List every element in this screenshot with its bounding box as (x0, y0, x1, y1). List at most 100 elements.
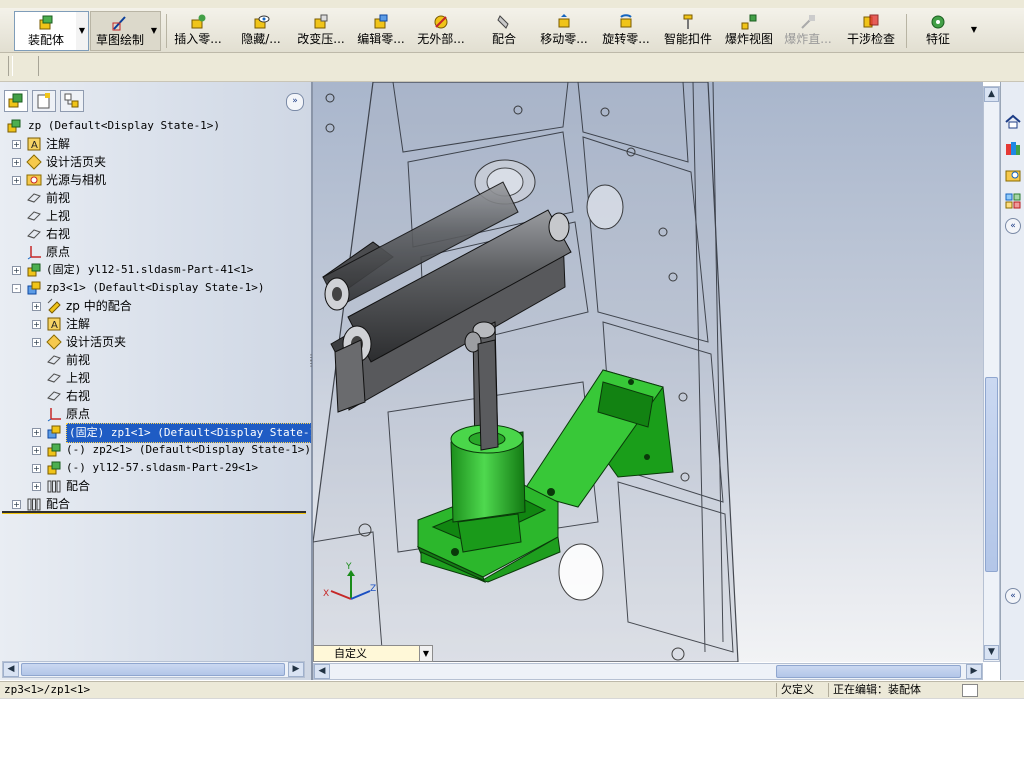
property-manager-tab[interactable] (32, 90, 56, 112)
features-tab-label: 特征 (925, 33, 950, 46)
tree-part-29[interactable]: + (-) yl12-57.sldasm-Part-29<1> (0, 459, 305, 477)
features-tab-dropdown[interactable]: ▼ (968, 11, 980, 49)
no-external-refs-button[interactable]: 无外部... (412, 11, 470, 49)
tree-item-label: 原点 (46, 245, 71, 259)
mate-button[interactable]: 配合 (484, 11, 524, 49)
expand-node-icon[interactable]: + (12, 500, 21, 509)
tree-item-label: 前视 (46, 191, 71, 205)
design-library-icon[interactable] (1004, 140, 1022, 158)
tree-sub-annotations[interactable]: + A 注解 (0, 315, 305, 333)
no-external-refs-icon (434, 15, 448, 29)
move-component-button[interactable]: 移动零... (535, 11, 593, 49)
file-explorer-icon[interactable] (1004, 166, 1022, 184)
configuration-manager-tab[interactable] (60, 90, 84, 112)
scroll-thumb[interactable] (985, 377, 998, 572)
tree-origin[interactable]: 原点 (0, 243, 305, 261)
tree-zp-mates[interactable]: + zp 中的配合 (0, 297, 305, 315)
tree-sub-right-plane[interactable]: 右视 (0, 387, 305, 405)
tree-item-label: 设计活页夹 (66, 335, 127, 349)
view-palette-icon[interactable] (1004, 192, 1022, 210)
view-orientation-dropdown[interactable]: 自定义 ▼ (313, 645, 433, 662)
tree-root-assembly[interactable]: zp (Default<Display State-1>) (0, 117, 305, 135)
tree-item-label: 设计活页夹 (46, 155, 107, 169)
triad-y-label: Y (345, 562, 352, 572)
tree-zp2[interactable]: + (-) zp2<1> (Default<Display State-1>) (0, 441, 311, 459)
viewport-vertical-scrollbar[interactable]: ▲ ▼ (983, 86, 1000, 662)
sketch-icon (112, 16, 126, 31)
scroll-left-button[interactable]: ◀ (314, 664, 330, 679)
tree-sub-mates[interactable]: + 配合 (0, 477, 305, 495)
expand-node-icon[interactable]: + (12, 176, 21, 185)
expand-node-icon[interactable]: + (32, 302, 41, 311)
tree-zp1-fixed[interactable]: + (固定) zp1<1> (Default<Display State-1>) (0, 423, 333, 443)
tree-zp3-subassembly[interactable]: - zp3<1> (Default<Display State-1>) (0, 279, 305, 297)
tree-sub-front-plane[interactable]: 前视 (0, 351, 305, 369)
tree-sub-origin[interactable]: 原点 (0, 405, 305, 423)
status-options-box[interactable] (962, 684, 978, 697)
assembly-tab-button[interactable]: 装配体 (14, 11, 78, 51)
expand-task-pane-button[interactable]: « (1005, 218, 1021, 234)
collapse-panel-button[interactable]: » (286, 93, 304, 111)
toolbar-grip[interactable] (8, 56, 13, 76)
tree-fixed-part-41[interactable]: + (固定) yl12-51.sldasm-Part-41<1> (0, 261, 305, 279)
graphics-area[interactable]: Y X Z (313, 82, 983, 662)
scroll-up-button[interactable]: ▲ (984, 87, 999, 102)
change-suppression-button[interactable]: 改变压... (292, 11, 350, 49)
expand-node-icon[interactable]: + (32, 320, 41, 329)
tree-item-label: (固定) yl12-51.sldasm-Part-41<1> (46, 263, 254, 276)
expand-node-icon[interactable]: + (32, 464, 41, 473)
expand-node-icon[interactable]: + (32, 428, 41, 437)
interference-detection-button[interactable]: 干涉检查 (842, 11, 900, 49)
tree-design-binder[interactable]: + 设计活页夹 (0, 153, 305, 171)
collapse-node-icon[interactable]: - (12, 284, 21, 293)
insert-component-label: 插入零... (174, 33, 222, 46)
features-tab-button[interactable]: 特征 (916, 11, 960, 49)
rotate-component-button[interactable]: 旋转零... (597, 11, 655, 49)
assembly-tab-dropdown[interactable]: ▼ (76, 11, 89, 51)
asm-icon (47, 461, 61, 475)
expand-node-icon[interactable]: + (12, 140, 21, 149)
tree-front-plane[interactable]: 前视 (0, 189, 305, 207)
sash-grip-icon[interactable]: ⋮ ⋮ (307, 354, 315, 381)
interference-detection-icon (863, 14, 879, 28)
exploded-view-button[interactable]: 爆炸视图 (722, 11, 776, 49)
expand-node-icon[interactable]: + (32, 482, 41, 491)
tree-sub-top-plane[interactable]: 上视 (0, 369, 305, 387)
hide-show-button[interactable]: 隐藏/... (233, 11, 289, 49)
expand-node-icon[interactable]: + (12, 158, 21, 167)
panel-splitter[interactable] (2, 511, 306, 514)
scroll-down-button[interactable]: ▼ (984, 645, 999, 660)
expand-node-icon[interactable]: + (12, 266, 21, 275)
scroll-right-button[interactable]: ▶ (288, 662, 304, 677)
motor-shaft[interactable] (477, 339, 499, 451)
tree-item-label: (-) yl12-57.sldasm-Part-29<1> (66, 461, 259, 474)
sketch-tab-button[interactable]: 草图绘制 (90, 11, 150, 51)
feature-manager-tab[interactable] (4, 90, 28, 112)
tree-sub-design-binder[interactable]: + 设计活页夹 (0, 333, 305, 351)
asm-icon (27, 263, 41, 277)
insert-component-button[interactable]: 插入零... (170, 11, 226, 49)
assembly-model[interactable]: Y X Z (313, 82, 983, 662)
scroll-left-button[interactable]: ◀ (3, 662, 19, 677)
asm-icon (7, 119, 21, 133)
scroll-thumb[interactable] (21, 663, 285, 676)
sketch-tab-dropdown[interactable]: ▼ (148, 11, 161, 51)
scroll-thumb[interactable] (776, 665, 961, 678)
edit-component-button[interactable]: 编辑零... (352, 11, 410, 49)
tree-lights-cameras[interactable]: + 光源与相机 (0, 171, 305, 189)
expand-node-icon[interactable]: + (32, 446, 41, 455)
home-icon[interactable] (1004, 113, 1022, 131)
smart-fasteners-button[interactable]: 智能扣件 (660, 11, 716, 49)
chevron-down-icon[interactable]: ▼ (419, 646, 432, 661)
scroll-right-button[interactable]: ▶ (966, 664, 982, 679)
collapse-task-pane-button[interactable]: « (1005, 588, 1021, 604)
tree-annotations[interactable]: + A 注解 (0, 135, 305, 153)
tree-right-plane[interactable]: 右视 (0, 225, 305, 243)
explode-line-sketch-button[interactable]: 爆炸直... (780, 11, 836, 49)
toolbar-separator (906, 14, 907, 48)
tree-top-plane[interactable]: 上视 (0, 207, 305, 225)
view-orientation-value: 自定义 (334, 647, 367, 660)
viewport-horizontal-scrollbar[interactable]: ◀ ▶ (313, 663, 983, 680)
tree-horizontal-scrollbar[interactable]: ◀ ▶ (2, 661, 305, 678)
expand-node-icon[interactable]: + (32, 338, 41, 347)
